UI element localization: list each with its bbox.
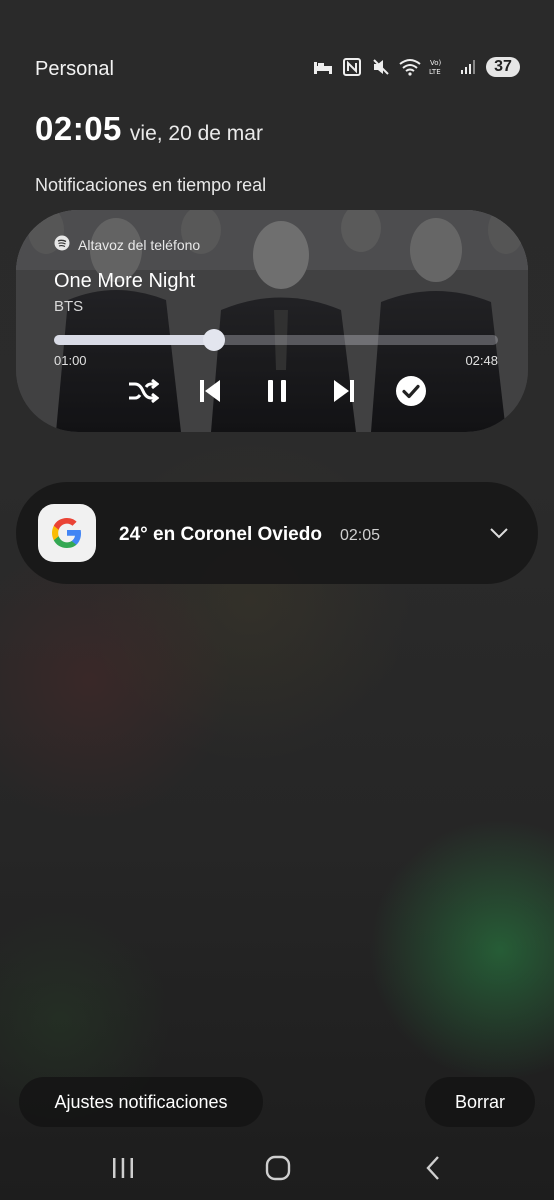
carrier-label: Personal bbox=[35, 58, 114, 80]
mute-icon bbox=[370, 56, 392, 78]
previous-icon[interactable] bbox=[191, 372, 229, 410]
notification-settings-button[interactable]: Ajustes notificaciones bbox=[19, 1077, 263, 1127]
track-duration: 02:48 bbox=[465, 353, 498, 368]
section-title: Notificaciones en tiempo real bbox=[35, 175, 267, 195]
elapsed-time: 01:00 bbox=[54, 353, 87, 368]
volte-icon: Vo) LTE bbox=[428, 56, 450, 78]
signal-icon bbox=[457, 56, 479, 78]
track-artist: BTS bbox=[54, 298, 84, 315]
pause-icon[interactable] bbox=[258, 372, 296, 410]
google-icon bbox=[38, 504, 96, 562]
media-source-label: Altavoz del teléfono bbox=[78, 236, 201, 253]
shuffle-icon[interactable] bbox=[124, 372, 162, 410]
nfc-icon bbox=[341, 56, 363, 78]
sleep-mode-icon bbox=[312, 56, 334, 78]
svg-text:Vo): Vo) bbox=[430, 59, 442, 67]
weather-notification[interactable]: 24° en Coronel Oviedo 02:05 bbox=[16, 482, 538, 584]
chevron-down-icon[interactable] bbox=[486, 520, 512, 546]
media-source[interactable]: Altavoz del teléfono bbox=[54, 235, 200, 254]
datetime: 02:05 vie, 20 de mar bbox=[35, 110, 263, 148]
next-icon[interactable] bbox=[325, 372, 363, 410]
notification-time: 02:05 bbox=[340, 527, 381, 544]
clock: 02:05 bbox=[35, 110, 122, 147]
battery-badge: 37 bbox=[486, 57, 520, 77]
clear-button[interactable]: Borrar bbox=[425, 1077, 535, 1127]
seek-bar-thumb[interactable] bbox=[202, 329, 225, 351]
track-title: One More Night bbox=[54, 270, 196, 292]
seek-bar-fill bbox=[54, 335, 214, 345]
wifi-icon bbox=[399, 56, 421, 78]
notification-title: 24° en Coronel Oviedo bbox=[119, 524, 322, 545]
date-label: vie, 20 de mar bbox=[129, 122, 263, 145]
recents-icon[interactable] bbox=[106, 1152, 140, 1184]
status-bar: Personal Vo) LTE 37 bbox=[0, 52, 554, 88]
navigation-bar bbox=[0, 1140, 554, 1196]
svg-text:LTE: LTE bbox=[429, 68, 441, 76]
back-icon[interactable] bbox=[416, 1152, 450, 1184]
status-icons: Vo) LTE 37 bbox=[312, 56, 520, 78]
media-controls bbox=[124, 371, 430, 411]
media-player-card[interactable]: Altavoz del teléfono One More Night BTS … bbox=[16, 210, 528, 432]
check-icon[interactable] bbox=[392, 372, 430, 410]
spotify-icon bbox=[54, 235, 70, 254]
seek-bar[interactable] bbox=[54, 329, 498, 351]
home-icon[interactable] bbox=[261, 1152, 295, 1184]
